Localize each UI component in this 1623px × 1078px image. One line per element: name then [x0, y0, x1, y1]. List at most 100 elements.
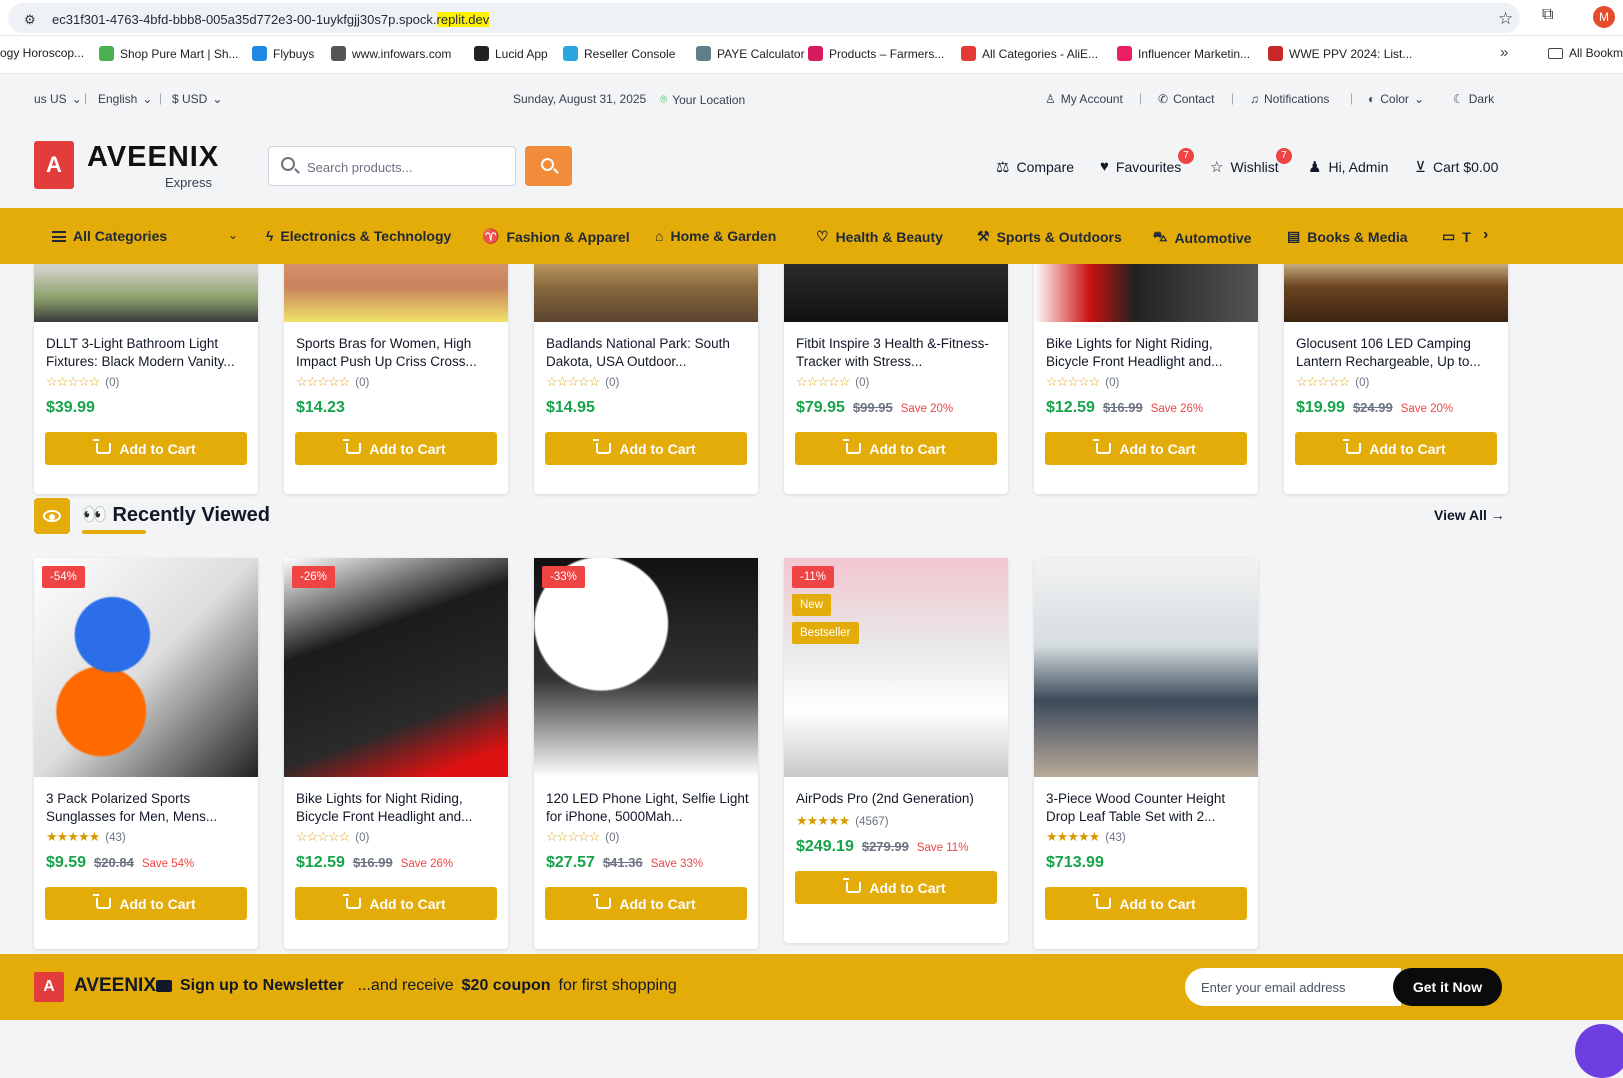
- product-image[interactable]: [784, 558, 1008, 777]
- product-image[interactable]: [534, 264, 758, 322]
- product-image[interactable]: [1034, 558, 1258, 777]
- nav-toys-truncated[interactable]: ▭ T: [1442, 228, 1471, 245]
- product-image[interactable]: [34, 558, 258, 777]
- url-text[interactable]: ec31f301-4763-4bfd-bbb8-005a35d772e3-00-…: [52, 12, 490, 27]
- product-card[interactable]: 3-Piece Wood Counter Height Drop Leaf Ta…: [1034, 558, 1258, 949]
- bookmark-star-icon[interactable]: ☆: [1498, 9, 1513, 29]
- chevron-down-icon[interactable]: ⌄: [228, 228, 238, 242]
- bookmark-item[interactable]: Reseller Console: [563, 46, 675, 61]
- more-bookmarks-icon[interactable]: »: [1500, 44, 1508, 61]
- add-to-cart-button[interactable]: Add to Cart: [795, 432, 997, 465]
- product-card[interactable]: Glocusent 106 LED Camping Lantern Rechar…: [1284, 264, 1508, 494]
- product-image[interactable]: [284, 264, 508, 322]
- add-to-cart-button[interactable]: Add to Cart: [1045, 432, 1247, 465]
- bookmark-item[interactable]: www.infowars.com: [331, 46, 451, 61]
- search-button[interactable]: [525, 146, 572, 186]
- my-account-link[interactable]: ♙ My Account: [1045, 92, 1123, 106]
- chevron-right-icon[interactable]: ›: [1483, 226, 1488, 244]
- bookmark-item[interactable]: ogy Horoscop...: [0, 46, 84, 60]
- cart-link[interactable]: ⊻ Cart $0.00: [1415, 158, 1498, 176]
- bookmark-item[interactable]: Influencer Marketin...: [1117, 46, 1250, 61]
- nav-automotive[interactable]: ⛍ Automotive: [1153, 228, 1251, 247]
- product-name[interactable]: Glocusent 106 LED Camping Lantern Rechar…: [1296, 335, 1501, 371]
- bookmark-item[interactable]: Flybuys: [252, 46, 314, 61]
- product-image[interactable]: [34, 264, 258, 322]
- logo-mark[interactable]: A: [34, 141, 74, 189]
- product-card[interactable]: Fitbit Inspire 3 Health &-Fitness-Tracke…: [784, 264, 1008, 494]
- product-card[interactable]: Sports Bras for Women, High Impact Push …: [284, 264, 508, 494]
- view-all-link[interactable]: View All →: [1434, 507, 1505, 523]
- compare-link[interactable]: ⚖ Compare: [996, 158, 1074, 176]
- product-card[interactable]: Badlands National Park: South Dakota, US…: [534, 264, 758, 494]
- product-image[interactable]: [284, 558, 508, 777]
- nav-books-media[interactable]: ▤ Books & Media: [1287, 228, 1408, 245]
- nav-health-beauty[interactable]: ♡ Health & Beauty: [816, 228, 943, 245]
- product-name[interactable]: Bike Lights for Night Riding, Bicycle Fr…: [296, 790, 501, 826]
- color-selector[interactable]: ◐ Color ⌄: [1368, 92, 1424, 106]
- country-selector[interactable]: us US ⌄: [34, 92, 82, 106]
- currency-selector[interactable]: $ USD ⌄: [172, 92, 222, 106]
- product-name[interactable]: Sports Bras for Women, High Impact Push …: [296, 335, 501, 371]
- favourites-link[interactable]: ♥ Favourites 7: [1100, 148, 1194, 175]
- add-to-cart-button[interactable]: Add to Cart: [45, 432, 247, 465]
- add-to-cart-button[interactable]: Add to Cart: [545, 432, 747, 465]
- nav-electronics[interactable]: ϟ Electronics & Technology: [266, 228, 451, 244]
- location-link[interactable]: ⌾ Your Location: [660, 92, 745, 107]
- add-to-cart-button[interactable]: Add to Cart: [1045, 887, 1247, 920]
- newsletter-email-input[interactable]: [1185, 968, 1401, 1006]
- bookmark-item[interactable]: Lucid App: [474, 46, 548, 61]
- product-image[interactable]: [1284, 264, 1508, 322]
- product-image[interactable]: [784, 264, 1008, 322]
- add-to-cart-button[interactable]: Add to Cart: [295, 887, 497, 920]
- wishlist-link[interactable]: ☆ Wishlist 7: [1210, 148, 1292, 176]
- product-name[interactable]: 120 LED Phone Light, Selfie Light for iP…: [546, 790, 751, 826]
- product-name[interactable]: Bike Lights for Night Riding, Bicycle Fr…: [1046, 335, 1251, 371]
- bookmark-item[interactable]: PAYE Calculator: [696, 46, 805, 61]
- site-settings-icon[interactable]: ⚙: [24, 12, 36, 28]
- product-name[interactable]: Fitbit Inspire 3 Health &-Fitness-Tracke…: [796, 335, 1001, 371]
- product-card[interactable]: -26% Bike Lights for Night Riding, Bicycl…: [284, 558, 508, 949]
- extensions-icon[interactable]: ⧉: [1542, 6, 1553, 24]
- nav-fashion[interactable]: ♈ Fashion & Apparel: [482, 228, 630, 245]
- product-name[interactable]: DLLT 3-Light Bathroom Light Fixtures: Bl…: [46, 335, 251, 371]
- add-to-cart-button[interactable]: Add to Cart: [795, 871, 997, 904]
- site-header: A AVEENIX Express ⚖Compare ♥Favourites7 …: [0, 124, 1623, 208]
- savings-label: Save 11%: [916, 842, 969, 854]
- nav-home-garden[interactable]: ⌂ Home & Garden: [655, 228, 776, 244]
- all-bookmarks-folder[interactable]: All Bookm: [1548, 46, 1623, 60]
- product-name[interactable]: 3-Piece Wood Counter Height Drop Leaf Ta…: [1046, 790, 1251, 826]
- product-name[interactable]: Badlands National Park: South Dakota, US…: [546, 335, 751, 371]
- product-image[interactable]: [1034, 264, 1258, 322]
- product-card[interactable]: -33% 120 LED Phone Light, Selfie Light fo…: [534, 558, 758, 949]
- language-selector[interactable]: English ⌄: [98, 92, 152, 106]
- search-input[interactable]: [307, 156, 507, 178]
- chat-widget-button[interactable]: [1575, 1024, 1623, 1078]
- product-card[interactable]: DLLT 3-Light Bathroom Light Fixtures: Bl…: [34, 264, 258, 494]
- brand-name[interactable]: AVEENIX: [87, 141, 219, 174]
- get-it-now-button[interactable]: Get it Now: [1393, 968, 1502, 1006]
- add-to-cart-button[interactable]: Add to Cart: [45, 887, 247, 920]
- product-image[interactable]: [534, 558, 758, 777]
- recently-viewed-header: 👀 Recently Viewed View All →: [34, 498, 1505, 538]
- bookmark-item[interactable]: WWE PPV 2024: List...: [1268, 46, 1412, 61]
- add-to-cart-button[interactable]: Add to Cart: [545, 887, 747, 920]
- user-menu[interactable]: ♟ Hi, Admin: [1308, 158, 1388, 176]
- bookmark-item[interactable]: Shop Pure Mart | Sh...: [99, 46, 239, 61]
- all-categories-button[interactable]: All Categories: [52, 228, 167, 244]
- product-card[interactable]: -54% 3 Pack Polarized Sports Sunglasses f…: [34, 558, 258, 949]
- add-to-cart-button[interactable]: Add to Cart: [1295, 432, 1497, 465]
- favourites-count-badge: 7: [1178, 148, 1194, 164]
- add-to-cart-button[interactable]: Add to Cart: [295, 432, 497, 465]
- product-name[interactable]: AirPods Pro (2nd Generation): [796, 790, 1001, 808]
- bookmark-item[interactable]: Products – Farmers...: [808, 46, 944, 61]
- product-card[interactable]: -11% New Bestseller AirPods Pro (2nd Genera…: [784, 558, 1008, 943]
- nav-sports[interactable]: ⚒ Sports & Outdoors: [977, 228, 1122, 245]
- product-name[interactable]: 3 Pack Polarized Sports Sunglasses for M…: [46, 790, 251, 826]
- product-card[interactable]: Bike Lights for Night Riding, Bicycle Fr…: [1034, 264, 1258, 494]
- bookmark-item[interactable]: All Categories - AliE...: [961, 46, 1098, 61]
- notifications-link[interactable]: ♫ Notifications: [1250, 92, 1329, 106]
- address-bar[interactable]: ⚙ ec31f301-4763-4bfd-bbb8-005a35d772e3-0…: [8, 3, 1520, 33]
- profile-avatar[interactable]: M: [1593, 6, 1615, 28]
- contact-link[interactable]: ✆ Contact: [1158, 92, 1214, 106]
- dark-mode-toggle[interactable]: ☾ Dark: [1453, 92, 1494, 106]
